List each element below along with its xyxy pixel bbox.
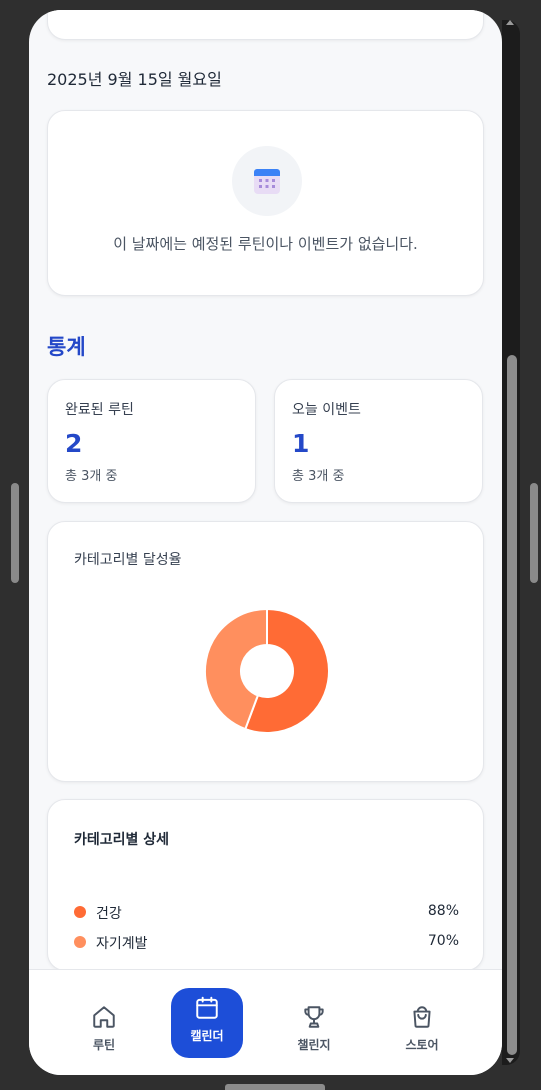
- side-button-left: [11, 483, 19, 583]
- stat-label: 오늘 이벤트: [292, 402, 361, 418]
- legend-name: 자기계발: [96, 936, 148, 952]
- nav-label: 스토어: [405, 1038, 439, 1052]
- date-heading: 2025년 9월 15일 월요일: [47, 70, 222, 89]
- legend-row-self-development: 자기계발 70%: [74, 932, 459, 952]
- phone-screen: 2025년 9월 15일 월요일 이 날짜에는 예정된 루틴이나 이벤트가 없습…: [29, 10, 502, 1075]
- category-detail-card: 카테고리별 상세 건강 88% 자기계발 70%: [47, 799, 484, 971]
- stat-label: 완료된 루틴: [65, 402, 134, 418]
- nav-label: 루틴: [92, 1038, 116, 1052]
- nav-item-store[interactable]: 스토어: [386, 988, 458, 1058]
- nav-item-calendar[interactable]: 캘린더: [171, 988, 243, 1058]
- calendar-icon: [254, 169, 280, 194]
- legend-row-health: 건강 88%: [74, 902, 459, 922]
- today-events-card: 오늘 이벤트 1 총 3개 중: [274, 379, 483, 503]
- stat-value: 1: [292, 429, 310, 458]
- category-donut-chart: [204, 607, 330, 734]
- detail-title: 카테고리별 상세: [74, 832, 170, 848]
- stat-value: 2: [65, 429, 83, 458]
- trophy-icon: [304, 1006, 324, 1028]
- nav-item-challenge[interactable]: 챌린지: [278, 988, 350, 1058]
- completed-routines-card: 완료된 루틴 2 총 3개 중: [47, 379, 256, 503]
- legend-dot: [74, 936, 86, 948]
- empty-state-icon-circle: [232, 146, 302, 216]
- shopping-bag-icon: [413, 1006, 431, 1028]
- legend-dot: [74, 906, 86, 918]
- home-icon: [93, 1006, 115, 1028]
- stat-subtext: 총 3개 중: [292, 469, 345, 484]
- chart-title: 카테고리별 달성율: [74, 552, 182, 568]
- empty-state-message: 이 날짜에는 예정된 루틴이나 이벤트가 없습니다.: [113, 235, 418, 253]
- legend-percent: 88%: [427, 903, 459, 919]
- stats-title: 통계: [47, 335, 86, 359]
- legend-percent: 70%: [427, 933, 459, 949]
- nav-item-routine[interactable]: 루틴: [68, 988, 140, 1058]
- scroll-down-arrow[interactable]: [506, 1058, 514, 1063]
- nav-label: 캘린더: [190, 1029, 224, 1043]
- nav-label: 챌린지: [297, 1038, 331, 1052]
- scrollbar-thumb[interactable]: [507, 355, 517, 1055]
- stat-subtext: 총 3개 중: [65, 469, 118, 484]
- home-indicator: [225, 1084, 325, 1090]
- calendar-icon: [196, 996, 218, 1019]
- bottom-navigation: 루틴 캘린더 챌린지 스토어: [29, 969, 502, 1075]
- scroll-up-arrow[interactable]: [506, 20, 514, 25]
- category-chart-card: 카테고리별 달성율: [47, 521, 484, 782]
- previous-card: [47, 10, 484, 40]
- legend-name: 건강: [96, 906, 122, 922]
- side-button-right: [530, 483, 538, 583]
- empty-state-card: 이 날짜에는 예정된 루틴이나 이벤트가 없습니다.: [47, 110, 484, 296]
